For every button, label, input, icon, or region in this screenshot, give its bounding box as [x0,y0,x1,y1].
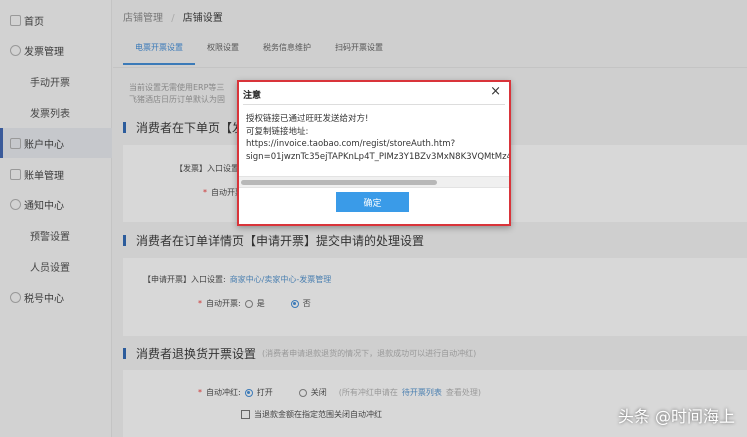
radio-label: 是 [256,299,265,308]
divider [243,104,505,105]
note-text: (所有冲红申请在 [338,388,398,397]
notice-line: 当前设置无需使用ERP等三 [129,83,225,92]
settings-box: 【申请开票】入口设置: 商家中心/卖家中心-发票管理 * 自动开票: 是 否 [123,258,747,336]
invoice-icon [10,45,21,57]
field-label: 【发票】入口设置 [175,164,239,173]
breadcrumb: 店铺管理 / 店铺设置 [123,9,223,24]
sidebar-item-label: 手动开票 [30,78,70,90]
sidebar-item[interactable]: 首页 [0,5,112,35]
tab-permissions[interactable]: 权限设置 [195,42,251,65]
sidebar-item[interactable]: 手动开票 [0,67,112,97]
field-label: 【申请开票】入口设置: [143,275,226,284]
horizontal-scrollbar[interactable] [239,176,509,188]
radio-no[interactable] [290,299,299,308]
tab-scan-invoice[interactable]: 扫码开票设置 [323,42,395,65]
tab-tax-info[interactable]: 税务信息维护 [251,42,323,65]
notice-text: 当前设置无需使用ERP等三 飞猪酒店日历订单默认为固 [129,82,225,106]
sidebar-item-label: 首页 [24,16,44,28]
divider [113,67,747,68]
sidebar-item-label: 账户中心 [24,139,64,151]
sidebar-item-label: 通知中心 [24,201,64,213]
breadcrumb-current: 店铺设置 [182,13,223,24]
bill-icon [10,168,21,180]
message-line: 授权链接已通过旺旺发送给对方! [246,114,369,124]
sidebar-item[interactable]: 预警设置 [0,221,112,251]
sidebar-item[interactable]: 账户中心 [0,128,112,159]
sidebar: 首页发票管理手动开票发票列表账户中心账单管理通知中心预警设置人员设置税号中心 [0,0,112,437]
sidebar-item-label: 发票管理 [24,47,64,59]
section-title-text: 消费者在订单详情页【申请开票】提交申请的处理设置 [136,234,425,248]
sidebar-item[interactable]: 发票列表 [0,97,112,127]
sidebar-item-label: 税号中心 [24,293,64,305]
sidebar-item-label: 人员设置 [30,262,70,274]
breadcrumb-parent[interactable]: 店铺管理 [123,13,163,24]
field-label: 自动冲红: [206,388,241,397]
field-label: 自动开票: [206,299,241,308]
sidebar-item-label: 发票列表 [30,108,70,120]
sidebar-item[interactable]: 税号中心 [0,282,112,312]
radio-yes[interactable] [244,299,253,308]
pending-invoice-list-link[interactable]: 待开票列表 [402,387,442,398]
radio-off[interactable] [298,388,307,397]
dialog-message: 授权链接已通过旺旺发送给对方! 可复制链接地址: https://invoice… [246,113,509,163]
message-line: 可复制链接地址: [246,126,309,137]
sidebar-item[interactable]: 通知中心 [0,190,112,220]
sidebar-item[interactable]: 发票管理 [0,36,112,66]
confirm-button[interactable]: 确定 [336,192,409,212]
section-title-text: 消费者退换货开票设置 [136,347,257,361]
auth-link-text[interactable]: https://invoice.taobao.com/regist/storeA… [246,138,509,151]
notice-dialog: 注意 × 授权链接已通过旺旺发送给对方! 可复制链接地址: https://in… [237,80,511,226]
chart-icon [10,14,21,26]
account-icon [10,137,21,149]
close-icon[interactable]: × [490,84,501,99]
radio-label: 打开 [256,388,273,397]
section-hint: (消费者申请退款退货的情况下，退款成功可以进行自动冲红) [262,349,477,358]
notice-line: 飞猪酒店日历订单默认为固 [129,95,225,104]
invoice-management-link[interactable]: 商家中心/卖家中心-发票管理 [230,274,332,285]
auth-link-text[interactable]: sign=01jwznTc35ejTAPKnLp4T_PIMz3Y1BZv3Mx… [246,151,509,164]
auto-red-checkbox[interactable] [241,410,250,419]
sidebar-item[interactable]: 人员设置 [0,251,112,281]
watermark: 头条 @时间海上 [617,407,735,426]
breadcrumb-separator: / [171,13,175,24]
note-text: 查看处理) [445,388,481,397]
dialog-title: 注意 [243,91,262,101]
sidebar-item[interactable]: 账单管理 [0,159,112,189]
sidebar-item-label: 预警设置 [30,232,70,244]
radio-label: 关闭 [310,388,327,397]
radio-on[interactable] [244,388,253,397]
bell-icon [10,199,21,211]
tax-icon [10,291,21,303]
section-title: 消费者退换货开票设置 (消费者申请退款退货的情况下，退款成功可以进行自动冲红) [123,345,476,362]
radio-label: 否 [302,299,311,308]
sidebar-item-label: 账单管理 [24,170,64,182]
tab-einvoice-settings[interactable]: 电票开票设置 [123,42,195,65]
section-title: 消费者在订单详情页【申请开票】提交申请的处理设置 [123,232,424,249]
tab-bar: 电票开票设置 权限设置 税务信息维护 扫码开票设置 [123,42,395,65]
scrollbar-thumb[interactable] [241,180,437,185]
checkbox-label: 当退款金额在指定范围关闭自动冲红 [254,410,382,419]
